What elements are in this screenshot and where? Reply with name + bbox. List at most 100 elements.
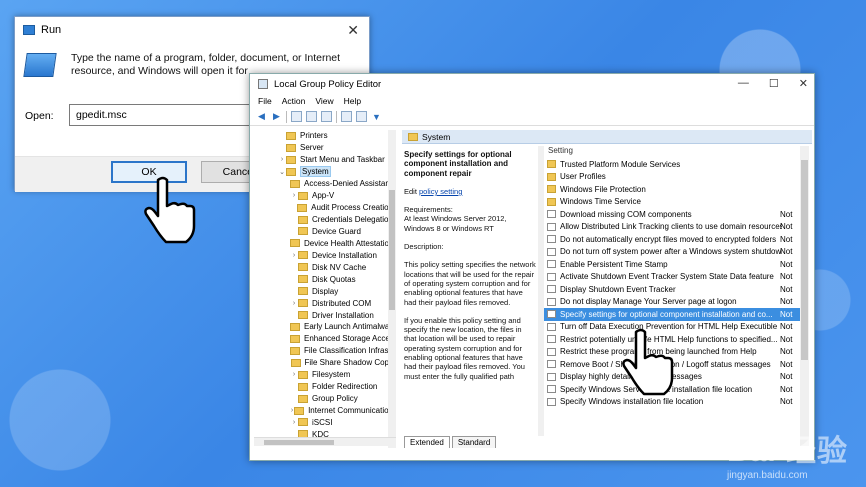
tree-item-label: Printers: [300, 131, 328, 141]
menu-help[interactable]: Help: [344, 96, 361, 106]
tree-item[interactable]: Access-Denied Assistance: [254, 178, 393, 190]
folder-icon: [298, 227, 308, 236]
tree-item[interactable]: Disk NV Cache: [254, 261, 393, 273]
expand-arrow-icon[interactable]: ›: [290, 419, 298, 426]
policy-setting-icon: [547, 235, 556, 244]
gp-title: Local Group Policy Editor: [274, 78, 382, 90]
tree-item[interactable]: Printers: [254, 130, 393, 142]
column-header-setting[interactable]: Setting: [544, 146, 800, 158]
tree-item[interactable]: Group Policy: [254, 393, 393, 405]
tree-item[interactable]: Credentials Delegation: [254, 214, 393, 226]
tree-item[interactable]: › App-V: [254, 190, 393, 202]
folder-icon: [547, 172, 556, 181]
tab-standard[interactable]: Standard: [451, 436, 497, 448]
policy-tree[interactable]: Printers Server › Start Menu and Taskbar ⌄ Sy…: [254, 130, 394, 448]
tree-item[interactable]: Enhanced Storage Access: [254, 333, 393, 345]
tree-item[interactable]: File Classification Infrastructure: [254, 345, 393, 357]
watermark-brand: Bai 经验: [726, 435, 848, 468]
tree-scrollbar[interactable]: [388, 130, 396, 448]
minimize-icon[interactable]: —: [738, 77, 749, 90]
setting-row[interactable]: Windows Time Service: [544, 196, 800, 209]
tree-item[interactable]: Display: [254, 285, 393, 297]
hand-cursor-icon: [622, 328, 674, 396]
close-icon[interactable]: ✕: [347, 22, 359, 39]
export-list-icon[interactable]: [321, 111, 332, 122]
expand-arrow-icon[interactable]: ›: [290, 252, 298, 259]
setting-name: Download missing COM components: [560, 209, 692, 219]
tab-extended[interactable]: Extended: [404, 436, 450, 448]
expand-arrow-icon[interactable]: ›: [278, 156, 286, 163]
setting-state: Not: [780, 372, 793, 382]
forward-arrow-icon[interactable]: ▶: [271, 111, 282, 122]
setting-row[interactable]: Enable Persistent Time Stamp Not: [544, 258, 800, 271]
tree-item[interactable]: ⌄ System: [254, 166, 393, 178]
back-arrow-icon[interactable]: ◀: [256, 111, 267, 122]
tree-item-label: Disk Quotas: [312, 274, 356, 284]
tree-item[interactable]: Early Launch Antimalware: [254, 321, 393, 333]
setting-row[interactable]: User Profiles: [544, 171, 800, 184]
menu-file[interactable]: File: [258, 96, 272, 106]
tree-item[interactable]: › Internet Communication: [254, 405, 393, 417]
tree-item[interactable]: Disk Quotas: [254, 273, 393, 285]
folder-icon: [290, 334, 300, 343]
setting-row[interactable]: Display Shutdown Event Tracker Not: [544, 283, 800, 296]
folder-icon: [298, 191, 308, 200]
tree-item[interactable]: › Filesystem: [254, 369, 393, 381]
setting-row[interactable]: Download missing COM components Not: [544, 208, 800, 221]
tree-item[interactable]: Device Guard: [254, 226, 393, 238]
menu-view[interactable]: View: [315, 96, 333, 106]
folder-icon: [290, 239, 300, 248]
view-tabs: Extended Standard: [404, 436, 497, 448]
setting-row[interactable]: Trusted Platform Module Services: [544, 158, 800, 171]
tree-item[interactable]: Folder Redirection: [254, 381, 393, 393]
help-icon[interactable]: [341, 111, 352, 122]
expand-arrow-icon[interactable]: ⌄: [278, 168, 286, 176]
up-folder-icon[interactable]: [291, 111, 302, 122]
tree-item[interactable]: › Distributed COM: [254, 297, 393, 309]
filter-icon[interactable]: ▼: [371, 111, 382, 122]
policy-setting-icon: [547, 322, 556, 331]
tree-item[interactable]: › iSCSI: [254, 417, 393, 429]
tree-item-label: Device Health Attestation: [304, 238, 394, 248]
setting-row[interactable]: Specify settings for optional component …: [544, 308, 800, 321]
expand-arrow-icon[interactable]: ›: [290, 192, 298, 199]
tree-horizontal-scrollbar[interactable]: [254, 437, 396, 446]
tree-item[interactable]: › Device Installation: [254, 249, 393, 261]
menu-action[interactable]: Action: [282, 96, 306, 106]
tree-item-label: Early Launch Antimalware: [304, 322, 394, 332]
setting-row[interactable]: Do not automatically encrypt files moved…: [544, 233, 800, 246]
tree-item-label: Start Menu and Taskbar: [300, 155, 385, 165]
folder-icon: [298, 251, 308, 260]
setting-row[interactable]: Activate Shutdown Event Tracker System S…: [544, 271, 800, 284]
setting-row[interactable]: Do not turn off system power after a Win…: [544, 246, 800, 259]
setting-row[interactable]: Allow Distributed Link Tracking clients …: [544, 221, 800, 234]
show-hide-tree-icon[interactable]: [306, 111, 317, 122]
tree-item[interactable]: Audit Process Creation: [254, 202, 393, 214]
folder-icon: [290, 322, 300, 331]
tree-item[interactable]: Device Health Attestation: [254, 237, 393, 249]
setting-row[interactable]: Do not display Manage Your Server page a…: [544, 296, 800, 309]
settings-scrollbar[interactable]: [800, 146, 809, 446]
tree-item-label: Access-Denied Assistance: [304, 179, 394, 189]
tree-item-label: Enhanced Storage Access: [304, 334, 394, 344]
folder-icon: [298, 263, 308, 272]
description-label: Description:: [404, 242, 444, 252]
folder-icon: [298, 299, 308, 308]
tree-item[interactable]: File Share Shadow Copy: [254, 357, 393, 369]
properties-icon[interactable]: [356, 111, 367, 122]
expand-arrow-icon[interactable]: ›: [290, 300, 298, 307]
edit-policy-link[interactable]: policy setting: [419, 187, 462, 196]
tree-item-label: Credentials Delegation: [312, 215, 393, 225]
folder-icon: [286, 131, 296, 140]
setting-name: Windows File Protection: [560, 184, 646, 194]
setting-row[interactable]: Windows File Protection: [544, 183, 800, 196]
tree-item[interactable]: Driver Installation: [254, 309, 393, 321]
edit-line: Edit policy setting: [404, 186, 463, 196]
close-icon[interactable]: ✕: [799, 77, 808, 90]
folder-icon: [298, 382, 308, 391]
tree-item[interactable]: Server: [254, 142, 393, 154]
expand-arrow-icon[interactable]: ›: [290, 371, 298, 378]
tree-item-label: App-V: [312, 191, 335, 201]
tree-item[interactable]: › Start Menu and Taskbar: [254, 154, 393, 166]
maximize-icon[interactable]: ☐: [769, 77, 779, 90]
